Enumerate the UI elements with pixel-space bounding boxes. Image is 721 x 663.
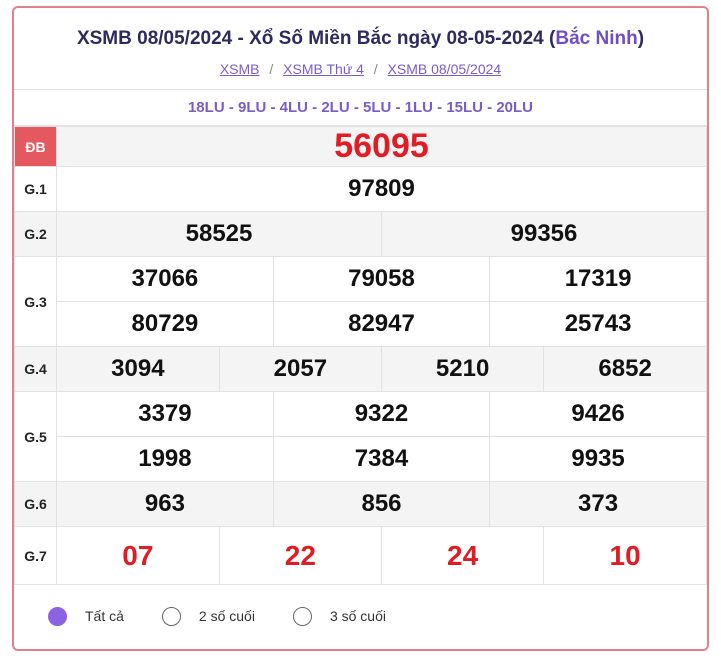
province-close: ) [637,28,645,49]
prize-label-db: ĐB [14,126,57,167]
prize-row-db: ĐB 56095 [14,126,707,167]
prize-g3-value: 37066 [131,265,199,292]
prize-g3-value: 79058 [272,257,490,302]
breadcrumb-separator: / [269,61,274,77]
prize-g5-value: 7384 [272,436,490,481]
prize-row-g5: G.5 3379 9322 9426 1998 7384 9935 [14,391,707,482]
prize-g4-value: 2057 [218,347,382,391]
prize-row-g1: G.1 97809 [14,166,707,212]
prize-g5-value: 9322 [272,392,490,437]
prize-g6-value: 856 [272,482,490,526]
page-title: XSMB 08/05/2024 - Xổ Số Miền Bắc ngày 08… [14,8,707,50]
prize-g7-value: 24 [380,527,544,584]
prize-row-g3: G.3 37066 79058 17319 80729 82947 25743 [14,256,707,347]
prize-label-g5: G.5 [14,391,57,482]
option-last-2-digits[interactable]: 2 số cuối [161,606,255,626]
option-all[interactable]: Tất cả [48,606,124,626]
prize-row-g6: G.6 963 856 373 [14,481,707,527]
option-last-3-digits[interactable]: 3 số cuối [292,606,386,626]
prize-g7-value: 22 [218,527,382,584]
prize-label-g7: G.7 [14,526,57,585]
prize-label-g1: G.1 [14,166,57,212]
title-text: XSMB 08/05/2024 - Xổ Số Miền Bắc ngày 08… [76,28,544,49]
prize-row-g2: G.2 58525 99356 [14,211,707,257]
prize-g1-value: 97809 [348,175,415,202]
results-table: ĐB 56095 G.1 97809 G.2 58525 99356 G.3 3… [14,126,707,585]
province-link[interactable]: Bắc Ninh [555,28,637,49]
prize-g2-value: 58525 [57,212,382,256]
prize-g5-value: 9935 [489,436,706,481]
prize-g6-value: 963 [57,482,274,526]
special-codes: 18LU - 9LU - 4LU - 2LU - 5LU - 1LU - 15L… [14,90,707,126]
prize-g3-value: 17319 [489,257,706,302]
prize-g4-value: 5210 [380,347,544,391]
prize-g4-value: 3094 [57,347,220,391]
prize-label-g3: G.3 [14,256,57,347]
radio-empty-icon[interactable] [292,606,312,626]
results-card: XSMB 08/05/2024 - Xổ Số Miền Bắc ngày 08… [12,6,709,651]
breadcrumb: XSMB / XSMB Thứ 4 / XSMB 08/05/2024 [14,61,707,77]
prize-row-g4: G.4 3094 2057 5210 6852 [14,346,707,392]
prize-g3-value: 82947 [272,301,490,346]
prize-g6-value: 373 [489,482,706,526]
prize-g5-value: 9426 [489,392,706,437]
radio-selected-icon[interactable] [48,606,67,626]
prize-g3-value: 25743 [489,301,706,346]
prize-label-g4: G.4 [14,346,57,392]
prize-g4-value: 6852 [543,347,706,391]
option-last-3-label: 3 số cuối [329,608,386,624]
breadcrumb-separator: / [373,61,378,77]
prize-g5-value: 1998 [138,445,192,472]
prize-db-value: 56095 [334,127,429,165]
breadcrumb-xsmb-thu-4[interactable]: XSMB Thứ 4 [283,61,364,77]
prize-row-g7: G.7 07 22 24 10 [14,526,707,585]
breadcrumb-xsmb-date[interactable]: XSMB 08/05/2024 [388,61,502,77]
prize-g7-value: 07 [122,539,154,571]
prize-g7-value: 10 [543,527,706,584]
prize-label-g6: G.6 [14,481,57,527]
prize-label-g2: G.2 [14,211,57,257]
option-last-2-label: 2 số cuối [198,608,255,624]
display-options: Tất cả 2 số cuối 3 số cuối [14,586,707,646]
breadcrumb-xsmb[interactable]: XSMB [220,61,260,77]
option-all-label: Tất cả [85,608,124,624]
results-header: XSMB 08/05/2024 - Xổ Số Miền Bắc ngày 08… [14,8,707,90]
prize-g2-value: 99356 [381,212,706,256]
radio-empty-icon[interactable] [161,606,181,626]
prize-g3-value: 80729 [131,310,199,337]
prize-g5-value: 3379 [138,400,192,427]
